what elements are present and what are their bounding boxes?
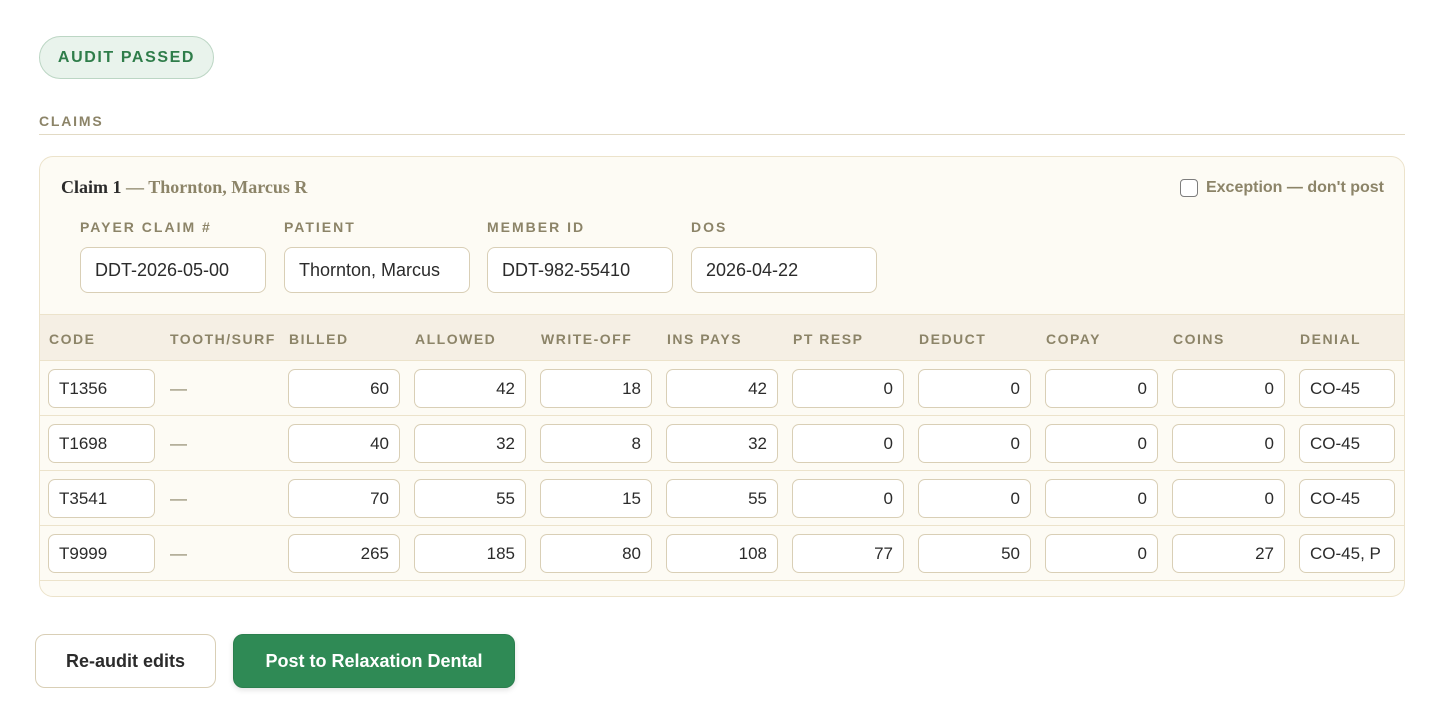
- ins-pays-input[interactable]: 55: [666, 479, 778, 518]
- dos-input[interactable]: 2026-04-22: [691, 247, 877, 293]
- billed-input[interactable]: 40: [288, 424, 400, 463]
- copay-input[interactable]: 0: [1045, 479, 1158, 518]
- service-lines-header: CODE TOOTH/SURF BILLED ALLOWED WRITE-OFF…: [40, 314, 1404, 361]
- tooth-surface-value: —: [170, 543, 187, 563]
- claim-number: Claim 1: [61, 177, 122, 197]
- ins-pays-input[interactable]: 108: [666, 534, 778, 573]
- allowed-input[interactable]: 185: [414, 534, 526, 573]
- pt-resp-input[interactable]: 77: [792, 534, 904, 573]
- reaudit-button[interactable]: Re-audit edits: [35, 634, 216, 688]
- writeoff-input[interactable]: 8: [540, 424, 652, 463]
- billed-input[interactable]: 60: [288, 369, 400, 408]
- service-line-row: T1698—40 32 8 32 0 0 0 0 CO-45: [40, 416, 1404, 471]
- coins-input[interactable]: 27: [1172, 534, 1285, 573]
- pt-resp-input[interactable]: 0: [792, 424, 904, 463]
- dos-label: DOS: [691, 219, 728, 235]
- column-header-deduct: DEDUCT: [919, 330, 987, 347]
- tooth-surface-value: —: [170, 433, 187, 453]
- copay-input[interactable]: 0: [1045, 369, 1158, 408]
- service-line-row: T3541—70 55 15 55 0 0 0 0 CO-45: [40, 471, 1404, 526]
- exception-checkbox[interactable]: [1179, 179, 1198, 197]
- ins-pays-input[interactable]: 42: [666, 369, 778, 408]
- code-input[interactable]: T3541: [48, 479, 155, 518]
- code-input[interactable]: T1698: [48, 424, 155, 463]
- pt-resp-input[interactable]: 0: [792, 479, 904, 518]
- column-header-copay: COPAY: [1046, 330, 1101, 347]
- coins-input[interactable]: 0: [1172, 369, 1285, 408]
- copay-input[interactable]: 0: [1045, 534, 1158, 573]
- allowed-input[interactable]: 55: [414, 479, 526, 518]
- denial-input[interactable]: CO-45, P: [1299, 534, 1395, 573]
- payer-claim-input[interactable]: DDT-2026-05-00: [80, 247, 266, 293]
- deduct-input[interactable]: 50: [918, 534, 1031, 573]
- coins-input[interactable]: 0: [1172, 479, 1285, 518]
- tooth-surface-value: —: [170, 488, 187, 508]
- denial-input[interactable]: CO-45: [1299, 369, 1395, 408]
- column-header-ins-pays: INS PAYS: [667, 330, 743, 347]
- service-line-row: T9999 — 265 185 80 108 77 50 0 27 CO-45, P: [40, 526, 1404, 581]
- patient-label: PATIENT: [284, 219, 356, 235]
- claim-card: Claim 1 — Thornton, Marcus R Exception —…: [39, 156, 1405, 597]
- section-heading-claims: CLAIMS: [39, 113, 104, 129]
- writeoff-input[interactable]: 15: [540, 479, 652, 518]
- billed-input[interactable]: 70: [288, 479, 400, 518]
- writeoff-input[interactable]: 80: [540, 534, 652, 573]
- post-button[interactable]: Post to Relaxation Dental: [233, 634, 515, 688]
- column-header-allowed: ALLOWED: [415, 330, 497, 347]
- pt-resp-input[interactable]: 0: [792, 369, 904, 408]
- exception-toggle[interactable]: Exception — don't post: [1179, 179, 1384, 197]
- writeoff-input[interactable]: 18: [540, 369, 652, 408]
- column-header-billed: BILLED: [289, 330, 349, 347]
- allowed-input[interactable]: 42: [414, 369, 526, 408]
- deduct-input[interactable]: 0: [918, 369, 1031, 408]
- column-header-tooth: TOOTH/SURF: [170, 330, 276, 347]
- code-input[interactable]: T9999: [48, 534, 155, 573]
- exception-label: Exception — don't post: [1205, 179, 1384, 196]
- payer-claim-label: PAYER CLAIM #: [80, 219, 212, 235]
- coins-input[interactable]: 0: [1172, 424, 1285, 463]
- allowed-input[interactable]: 32: [414, 424, 526, 463]
- column-header-denial: DENIAL: [1300, 330, 1362, 347]
- audit-status-badge: AUDIT PASSED: [39, 36, 214, 79]
- code-input[interactable]: T1356: [48, 369, 155, 408]
- claim-patient-name: Thornton, Marcus R: [148, 177, 308, 197]
- service-line-row: T1356—60 42 18 42 0 0 0 0 CO-45: [40, 361, 1404, 416]
- deduct-input[interactable]: 0: [918, 479, 1031, 518]
- ins-pays-input[interactable]: 32: [666, 424, 778, 463]
- claim-separator: —: [121, 177, 149, 197]
- column-header-pt-resp: PT RESP: [793, 330, 864, 347]
- section-divider: [39, 134, 1405, 135]
- denial-input[interactable]: CO-45: [1299, 424, 1395, 463]
- member-id-input[interactable]: DDT-982-55410: [487, 247, 673, 293]
- claim-title: Claim 1 — Thornton, Marcus R: [61, 177, 307, 198]
- billed-input[interactable]: 265: [288, 534, 400, 573]
- column-header-writeoff: WRITE-OFF: [541, 330, 633, 347]
- deduct-input[interactable]: 0: [918, 424, 1031, 463]
- copay-input[interactable]: 0: [1045, 424, 1158, 463]
- column-header-code: CODE: [49, 330, 96, 347]
- member-id-label: MEMBER ID: [487, 219, 586, 235]
- column-header-coins: COINS: [1173, 330, 1225, 347]
- tooth-surface-value: —: [170, 378, 187, 398]
- patient-input[interactable]: Thornton, Marcus: [284, 247, 470, 293]
- denial-input[interactable]: CO-45: [1299, 479, 1395, 518]
